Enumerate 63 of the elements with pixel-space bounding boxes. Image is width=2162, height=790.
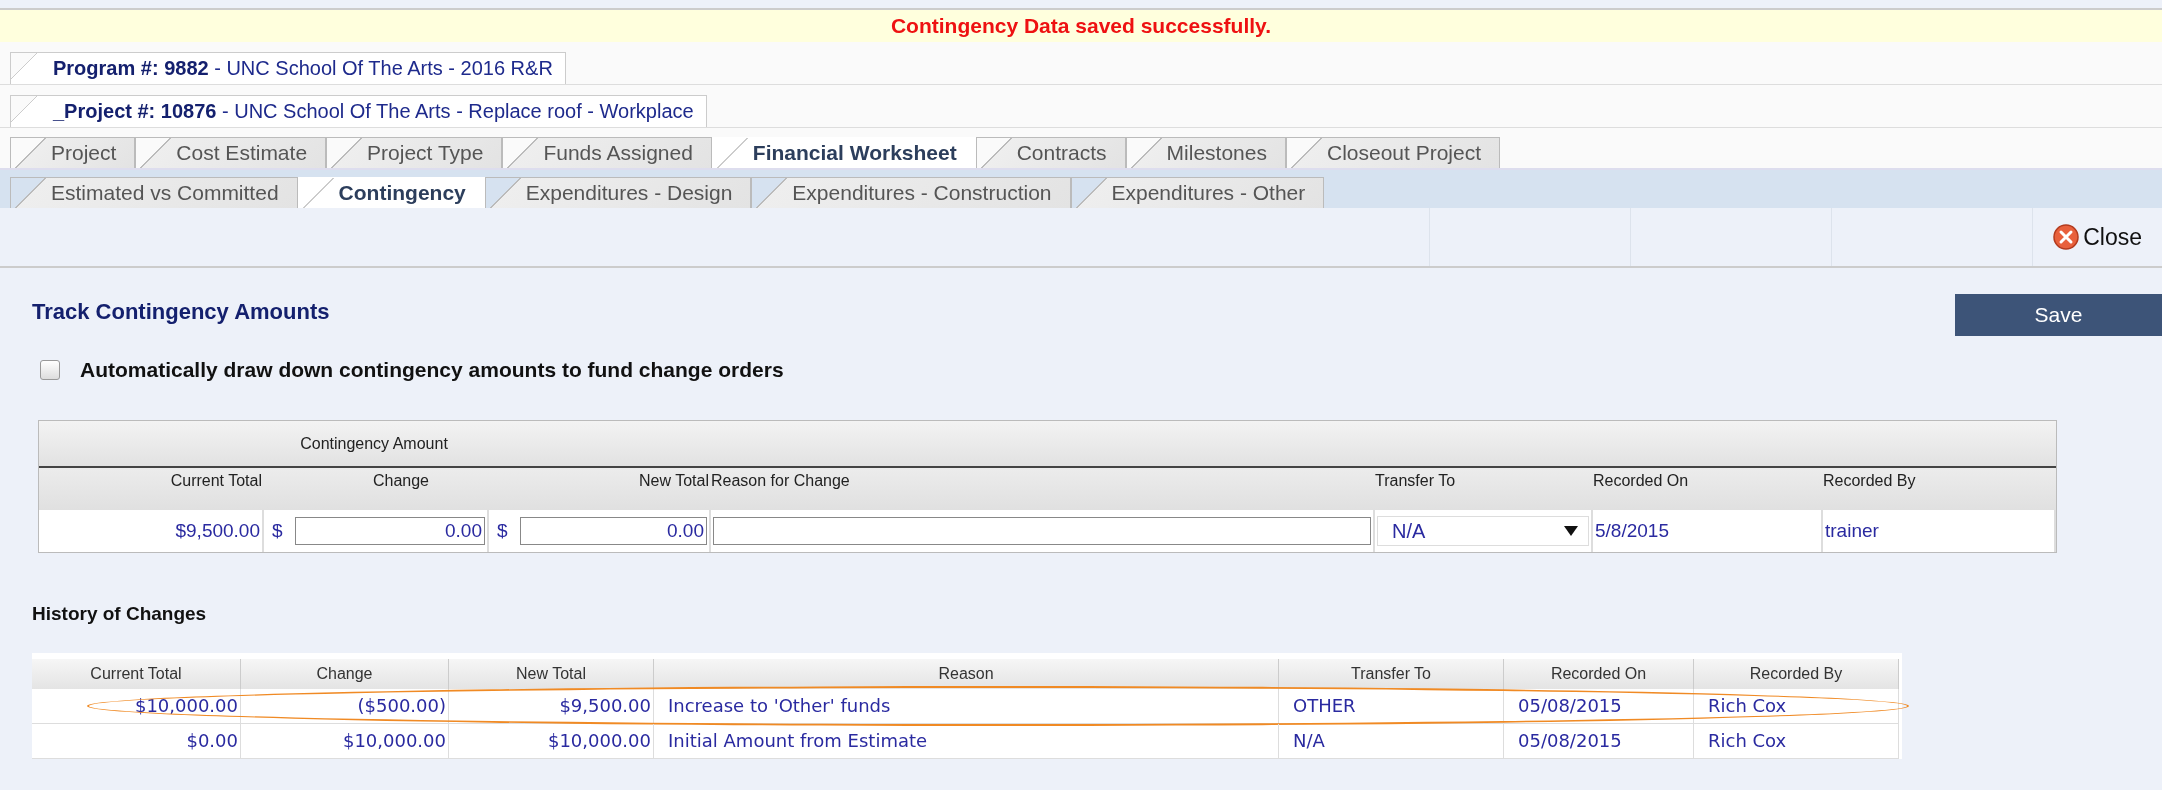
table-cell: OTHER [1279,689,1504,723]
table-cell: $9,500.00 [449,689,654,723]
input-field[interactable]: 0.00 [519,517,707,545]
column-header: New Total [449,659,654,689]
tab[interactable]: Contracts [975,137,1126,168]
close-button[interactable]: Close [2032,208,2142,266]
breadcrumb-tab[interactable]: _Project #: 10876 - UNC School Of The Arts - Replace roof - Workplace [10,95,707,127]
table-cell: Rich Cox [1694,689,1899,723]
sub-tab[interactable]: Expenditures - Design [484,177,752,208]
column-header: Recorded On [1593,471,1690,491]
table-cell: $10,000.00 [241,724,449,758]
checkbox-label: Automatically draw down contingency amounts to fund change orders [80,358,784,382]
table-cell: Increase to 'Other' funds [654,689,1279,723]
input-field[interactable]: 0.00 [294,517,485,545]
table-cell: 05/08/2015 [1504,724,1694,758]
column-header: Change [371,471,430,491]
column-header: Recorded By [1823,471,1917,491]
checkbox[interactable] [40,360,60,380]
table-cell: 05/08/2015 [1504,689,1694,723]
column-header: New Total [638,471,710,491]
table-cell: $10,000.00 [449,724,654,758]
currency-symbol: $ [497,520,508,542]
tab[interactable]: Funds Assigned [502,137,712,168]
breadcrumb-tab[interactable]: Program #: 9882 - UNC School Of The Arts - 2016 R&R [10,52,566,84]
table-cell: ($500.00) [241,689,449,723]
sub-tab[interactable]: Expenditures - Other [1070,177,1325,208]
sub-tab[interactable]: Contingency [297,177,485,208]
table-cell: $10,000.00 [32,689,241,723]
section-title: History of Changes [32,603,208,625]
column-header: Recorded On [1504,659,1694,689]
tab[interactable]: Cost Estimate [135,137,327,168]
table-cell: Initial Amount from Estimate [654,724,1279,758]
close-icon [2053,224,2080,250]
tab[interactable]: Closeout Project [1285,137,1501,168]
sub-tab[interactable]: Expenditures - Construction [751,177,1071,208]
column-header: Reason [654,659,1279,689]
column-header: Recorded By [1694,659,1899,689]
status-message: Contingency Data saved successfully. [0,8,2162,42]
table-cell: $0.00 [32,724,241,758]
currency-symbol: $ [272,520,283,542]
save-button[interactable]: Save [1955,294,2162,336]
table-cell: trainer [1825,520,1879,542]
table-cell: 5/8/2015 [1595,520,1669,542]
close-label: Close [2083,223,2142,251]
tab[interactable]: Project Type [326,137,503,168]
column-header: Change [241,659,449,689]
tab[interactable]: Project [10,137,136,168]
tab[interactable]: Financial Worksheet [711,137,976,168]
section-title: Track Contingency Amounts [32,299,330,325]
caret-icon [1564,526,1578,536]
column-header: Reason for Change [711,471,851,491]
table-cell: N/A [1279,724,1504,758]
column-header: Transfer To [1375,471,1457,491]
table-cell: Rich Cox [1694,724,1899,758]
tab[interactable]: Milestones [1125,137,1286,168]
sub-tab[interactable]: Estimated vs Committed [10,177,298,208]
table-cell: $9,500.00 [175,520,260,542]
column-header: Current Total [32,659,241,689]
column-group-header: Contingency Amount [299,434,449,453]
column-header: Transfer To [1279,659,1504,689]
input-field[interactable] [713,517,1371,545]
dropdown[interactable]: N/A [1377,516,1589,546]
column-header: Current Total [169,471,263,491]
